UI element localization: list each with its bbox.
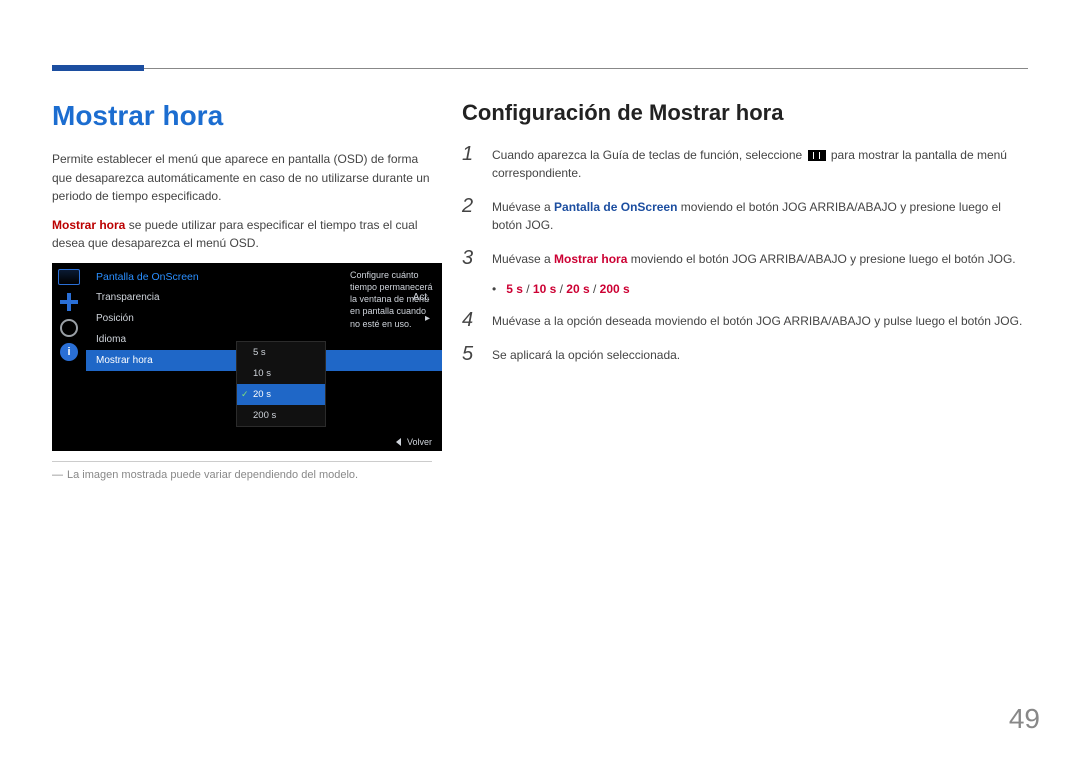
step-1: 1 Cuando aparezca la Guía de teclas de f…: [462, 144, 1028, 182]
footnote-text: La imagen mostrada puede variar dependie…: [67, 469, 358, 481]
step-number: 4: [462, 310, 478, 330]
step-strong: Pantalla de OnScreen: [554, 200, 677, 214]
step-5: 5 Se aplicará la opción seleccionada.: [462, 344, 1028, 364]
monitor-icon: [58, 269, 80, 285]
step-post: moviendo el botón JOG ARRIBA/ABAJO y pre…: [627, 252, 1015, 266]
step-number: 3: [462, 248, 478, 268]
footnote-dash: ―: [52, 469, 63, 481]
right-column: Configuración de Mostrar hora 1 Cuando a…: [462, 100, 1028, 483]
step-number: 2: [462, 196, 478, 216]
content-columns: Mostrar hora Permite establecer el menú …: [52, 100, 1028, 483]
info-icon: i: [60, 343, 78, 361]
step-pre: Cuando aparezca la Guía de teclas de fun…: [492, 148, 806, 162]
osd-option-20s: 20 s: [237, 384, 325, 405]
intro-paragraph-1: Permite establecer el menú que aparece e…: [52, 150, 432, 206]
step-pre: Muévase a: [492, 200, 554, 214]
menu-icon: [808, 150, 826, 161]
osd-option-10s: 10 s: [237, 363, 325, 384]
osd-dropdown: 5 s 10 s 20 s 200 s: [236, 341, 326, 427]
left-heading: Mostrar hora: [52, 100, 432, 132]
opt-sep: /: [556, 282, 566, 296]
step-strong: Mostrar hora: [554, 252, 627, 266]
step-number: 1: [462, 144, 478, 164]
osd-row-label: Posición: [96, 313, 134, 324]
osd-tooltip: Configure cuánto tiempo permanecerá la v…: [350, 269, 436, 330]
opt-sep: /: [590, 282, 600, 296]
steps-list: 1 Cuando aparezca la Guía de teclas de f…: [462, 144, 1028, 364]
page-number: 49: [1009, 703, 1040, 735]
osd-option-5s: 5 s: [237, 342, 325, 363]
step-4: 4 Muévase a la opción deseada moviendo e…: [462, 310, 1028, 330]
step-pre: Muévase a: [492, 252, 554, 266]
osd-row-label: Idioma: [96, 334, 126, 345]
opt-200s: 200 s: [600, 282, 630, 296]
opt-20s: 20 s: [566, 282, 589, 296]
back-arrow-icon: [396, 438, 401, 446]
step-text: Muévase a la opción deseada moviendo el …: [492, 310, 1022, 330]
osd-row-label: Transparencia: [96, 292, 160, 303]
header-rule: [52, 68, 1028, 69]
step-text: Muévase a Mostrar hora moviendo el botón…: [492, 248, 1016, 268]
intro-strong: Mostrar hora: [52, 218, 125, 232]
step-text: Muévase a Pantalla de OnScreen moviendo …: [492, 196, 1028, 234]
options-bullet: • 5 s / 10 s / 20 s / 200 s: [492, 282, 1028, 296]
right-heading: Configuración de Mostrar hora: [462, 100, 1028, 126]
step-3: 3 Muévase a Mostrar hora moviendo el bot…: [462, 248, 1028, 268]
step-text: Cuando aparezca la Guía de teclas de fun…: [492, 144, 1028, 182]
footnote-divider: [52, 461, 432, 462]
gear-icon: [60, 319, 78, 337]
opt-10s: 10 s: [533, 282, 556, 296]
intro-paragraph-2: Mostrar hora se puede utilizar para espe…: [52, 216, 432, 253]
osd-screenshot: i Pantalla de OnScreen Transparencia Act…: [52, 263, 442, 451]
osd-sidebar: i: [52, 263, 86, 451]
step-2: 2 Muévase a Pantalla de OnScreen moviend…: [462, 196, 1028, 234]
osd-footer-label: Volver: [407, 437, 432, 447]
osd-main: Pantalla de OnScreen Transparencia Act. …: [86, 263, 442, 451]
bullet-dot: •: [492, 282, 496, 296]
step-number: 5: [462, 344, 478, 364]
osd-footer: Volver: [396, 437, 432, 447]
step-text: Se aplicará la opción seleccionada.: [492, 344, 680, 364]
opt-5s: 5 s: [506, 282, 523, 296]
left-column: Mostrar hora Permite establecer el menú …: [52, 100, 432, 483]
osd-row-label: Mostrar hora: [96, 355, 153, 366]
header-accent: [52, 65, 144, 71]
opt-sep: /: [523, 282, 533, 296]
osd-option-200s: 200 s: [237, 405, 325, 426]
footnote: ― La imagen mostrada puede variar dependi…: [52, 468, 432, 483]
dpad-icon: [58, 291, 80, 313]
options-text: 5 s / 10 s / 20 s / 200 s: [506, 282, 629, 296]
